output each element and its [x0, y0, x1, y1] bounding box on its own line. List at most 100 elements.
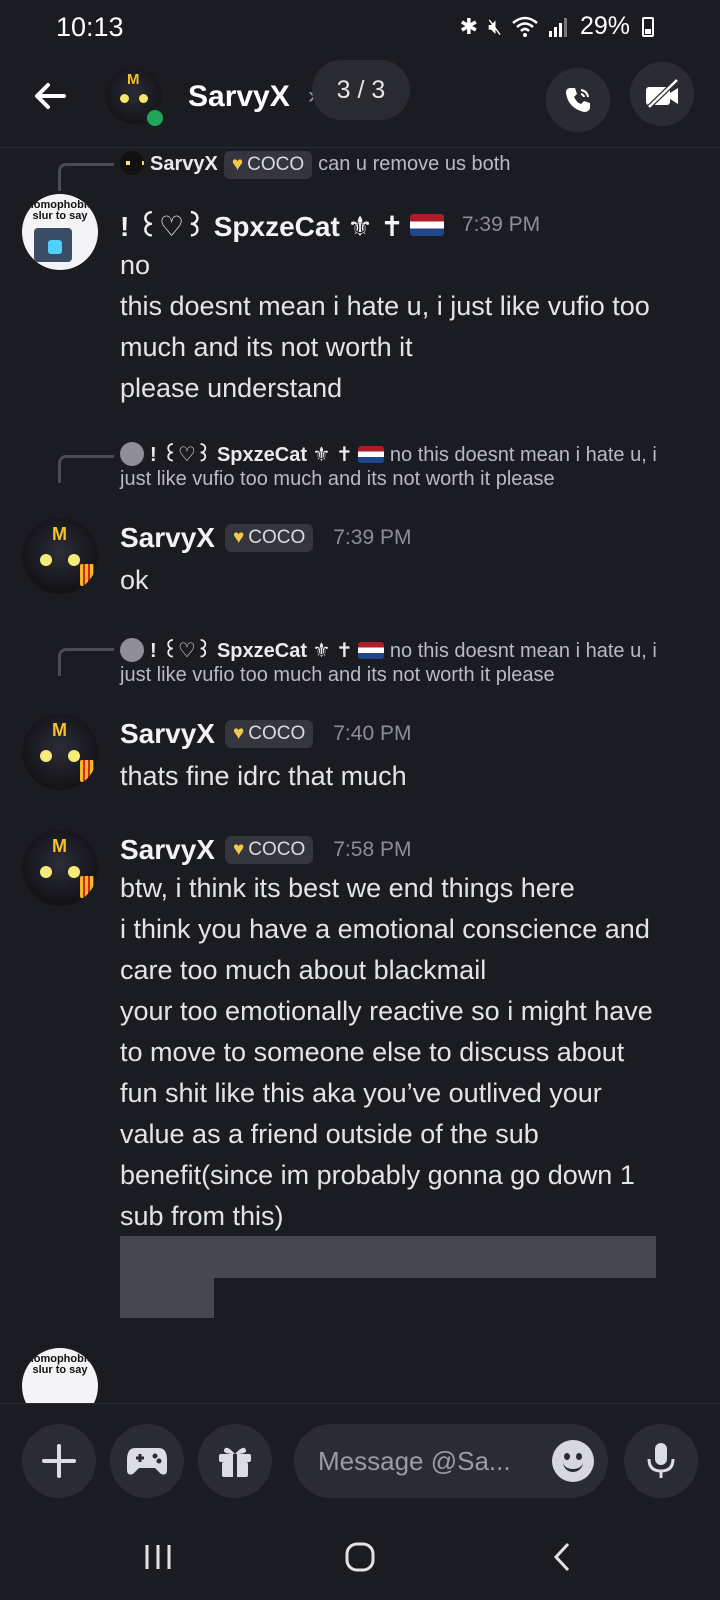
gamepad-icon	[127, 1448, 167, 1475]
avatar-eyes	[120, 94, 148, 103]
message-header: SarvyX ♥ COCO 7:39 PM	[120, 522, 411, 554]
message-line: thats fine idrc that much	[120, 761, 407, 791]
reply-preview[interactable]: SarvyX ♥ COCO can u remove us both	[120, 151, 510, 179]
mcdonalds-logo-icon: M	[52, 524, 67, 544]
video-call-button[interactable]	[630, 62, 694, 126]
message-content[interactable]: no this doesnt mean i hate u, i just lik…	[120, 245, 700, 409]
online-status-dot	[143, 106, 167, 130]
message-timestamp: 7:39 PM	[461, 212, 541, 236]
voice-call-button[interactable]	[546, 68, 610, 132]
message-header: ! ꒰♡꒱ SpxzeCat ⚜ ✝ 7:39 PM	[120, 206, 540, 243]
reply-connector	[58, 163, 114, 191]
message-line: btw, i think its best we end things here	[120, 873, 575, 903]
reply-author: ! ꒰♡꒱ SpxzeCat ⚜ ✝	[150, 444, 353, 466]
heart-icon: ♥	[231, 154, 244, 175]
message-timestamp: 7:39 PM	[333, 526, 412, 549]
avatar	[120, 151, 144, 175]
plus-icon	[42, 1444, 76, 1478]
netherlands-flag-icon	[358, 446, 385, 463]
message-content[interactable]: btw, i think its best we end things here…	[120, 868, 700, 1237]
avatar-eyes	[40, 554, 80, 566]
netherlands-flag-icon	[358, 642, 385, 659]
smile-shape	[563, 1462, 583, 1472]
role-tag-label: COCO	[248, 839, 306, 860]
message-timestamp: 7:40 PM	[333, 722, 412, 745]
gift-button[interactable]	[198, 1424, 272, 1498]
chevron-left-icon	[553, 1542, 570, 1572]
back-button[interactable]	[30, 76, 78, 124]
message-input[interactable]	[318, 1444, 528, 1478]
role-tag-label: COCO	[248, 723, 306, 744]
activities-button[interactable]	[110, 1424, 184, 1498]
mute-icon: 🔇︎	[488, 13, 502, 39]
status-icons: ✱ 🔇︎ 29%	[460, 12, 654, 41]
message-line: benefit(since im probably gonna go down …	[120, 1160, 635, 1190]
mic-icon	[647, 1443, 675, 1478]
role-tag: ♥ COCO	[224, 524, 314, 552]
reply-connector	[58, 648, 114, 676]
home-icon	[345, 1542, 375, 1572]
reply-preview[interactable]: ! ꒰♡꒱ SpxzeCat ⚜ ✝ no this doesnt mean i…	[120, 638, 657, 687]
voice-message-button[interactable]	[624, 1424, 698, 1498]
message-timestamp: 7:58 PM	[333, 838, 412, 861]
role-tag-label: COCO	[247, 154, 305, 175]
avatar[interactable]: homophobic slur to say	[22, 1348, 98, 1403]
message-author[interactable]: ! ꒰♡꒱ SpxzeCat ⚜ ✝	[120, 206, 404, 243]
role-tag-label: COCO	[248, 527, 306, 548]
reply-author: SarvyX	[150, 153, 218, 175]
status-time: 10:13	[56, 12, 124, 42]
netherlands-flag-icon	[409, 213, 444, 236]
message-header: SarvyX ♥ COCO 7:58 PM	[120, 834, 411, 866]
avatar[interactable]: homophobic slur to say	[22, 194, 98, 270]
dm-recipient-name[interactable]: SarvyX	[188, 80, 290, 114]
heart-icon: ♥	[232, 839, 245, 860]
reply-text: just like vufio too much and its not wor…	[120, 468, 555, 490]
message-input-container[interactable]	[294, 1424, 608, 1498]
message-line: no	[120, 250, 151, 280]
message-author[interactable]: SarvyX	[120, 718, 215, 750]
gift-icon	[219, 1447, 251, 1477]
message-content[interactable]: ok	[120, 560, 700, 601]
message-line: this doesnt mean i hate u, i just like v…	[120, 291, 650, 321]
system-nav-bar	[0, 1513, 720, 1600]
back-nav-button[interactable]	[532, 1533, 592, 1581]
message-line: your too emotionally reactive so i might…	[120, 996, 653, 1026]
avatar-caption: homophobic slur to say	[27, 1353, 93, 1376]
reply-text: can u remove us both	[318, 153, 511, 175]
avatar[interactable]: M	[22, 830, 98, 906]
attach-button[interactable]	[22, 1424, 96, 1498]
redaction-block	[120, 1278, 214, 1318]
emoji-icon[interactable]	[552, 1440, 594, 1482]
fries-icon	[80, 876, 94, 898]
recent-apps-button[interactable]	[128, 1533, 188, 1581]
message-list[interactable]: SarvyX ♥ COCO can u remove us both homophob…	[0, 148, 720, 1403]
home-button[interactable]	[330, 1533, 390, 1581]
reply-text: no this doesnt mean i hate u, i	[389, 444, 657, 466]
avatar[interactable]: M	[22, 714, 98, 790]
video-off-icon	[646, 78, 679, 109]
message-line: i think you have a emotional conscience …	[120, 914, 650, 944]
bluetooth-icon: ✱	[459, 13, 479, 39]
role-tag: ♥ COCO	[223, 151, 313, 179]
message-line: please understand	[120, 373, 343, 403]
message-author[interactable]: SarvyX	[120, 834, 215, 866]
avatar[interactable]: M	[22, 518, 98, 594]
reply-text: no this doesnt mean i hate u, i	[389, 640, 657, 662]
message-author[interactable]: SarvyX	[120, 522, 215, 554]
chat-header: M SarvyX › 3 / 3	[0, 56, 720, 148]
mcdonalds-logo-icon: M	[52, 836, 67, 856]
battery-icon	[642, 16, 654, 37]
reply-connector	[58, 455, 114, 483]
message-line: much and its not worth it	[120, 332, 413, 362]
reply-text: just like vufio too much and its not wor…	[120, 664, 555, 686]
composer-bar	[0, 1403, 720, 1513]
phone-icon	[566, 88, 590, 112]
fries-icon	[80, 564, 94, 586]
message-content[interactable]: thats fine idrc that much	[120, 756, 700, 797]
page-indicator[interactable]: 3 / 3	[312, 60, 410, 120]
reply-preview[interactable]: ! ꒰♡꒱ SpxzeCat ⚜ ✝ no this doesnt mean i…	[120, 442, 657, 491]
message-header: SarvyX ♥ COCO 7:40 PM	[120, 718, 411, 750]
status-bar: 10:13 ✱ 🔇︎ 29%	[0, 0, 720, 56]
heart-icon: ♥	[232, 723, 245, 744]
role-tag: ♥ COCO	[224, 720, 314, 748]
